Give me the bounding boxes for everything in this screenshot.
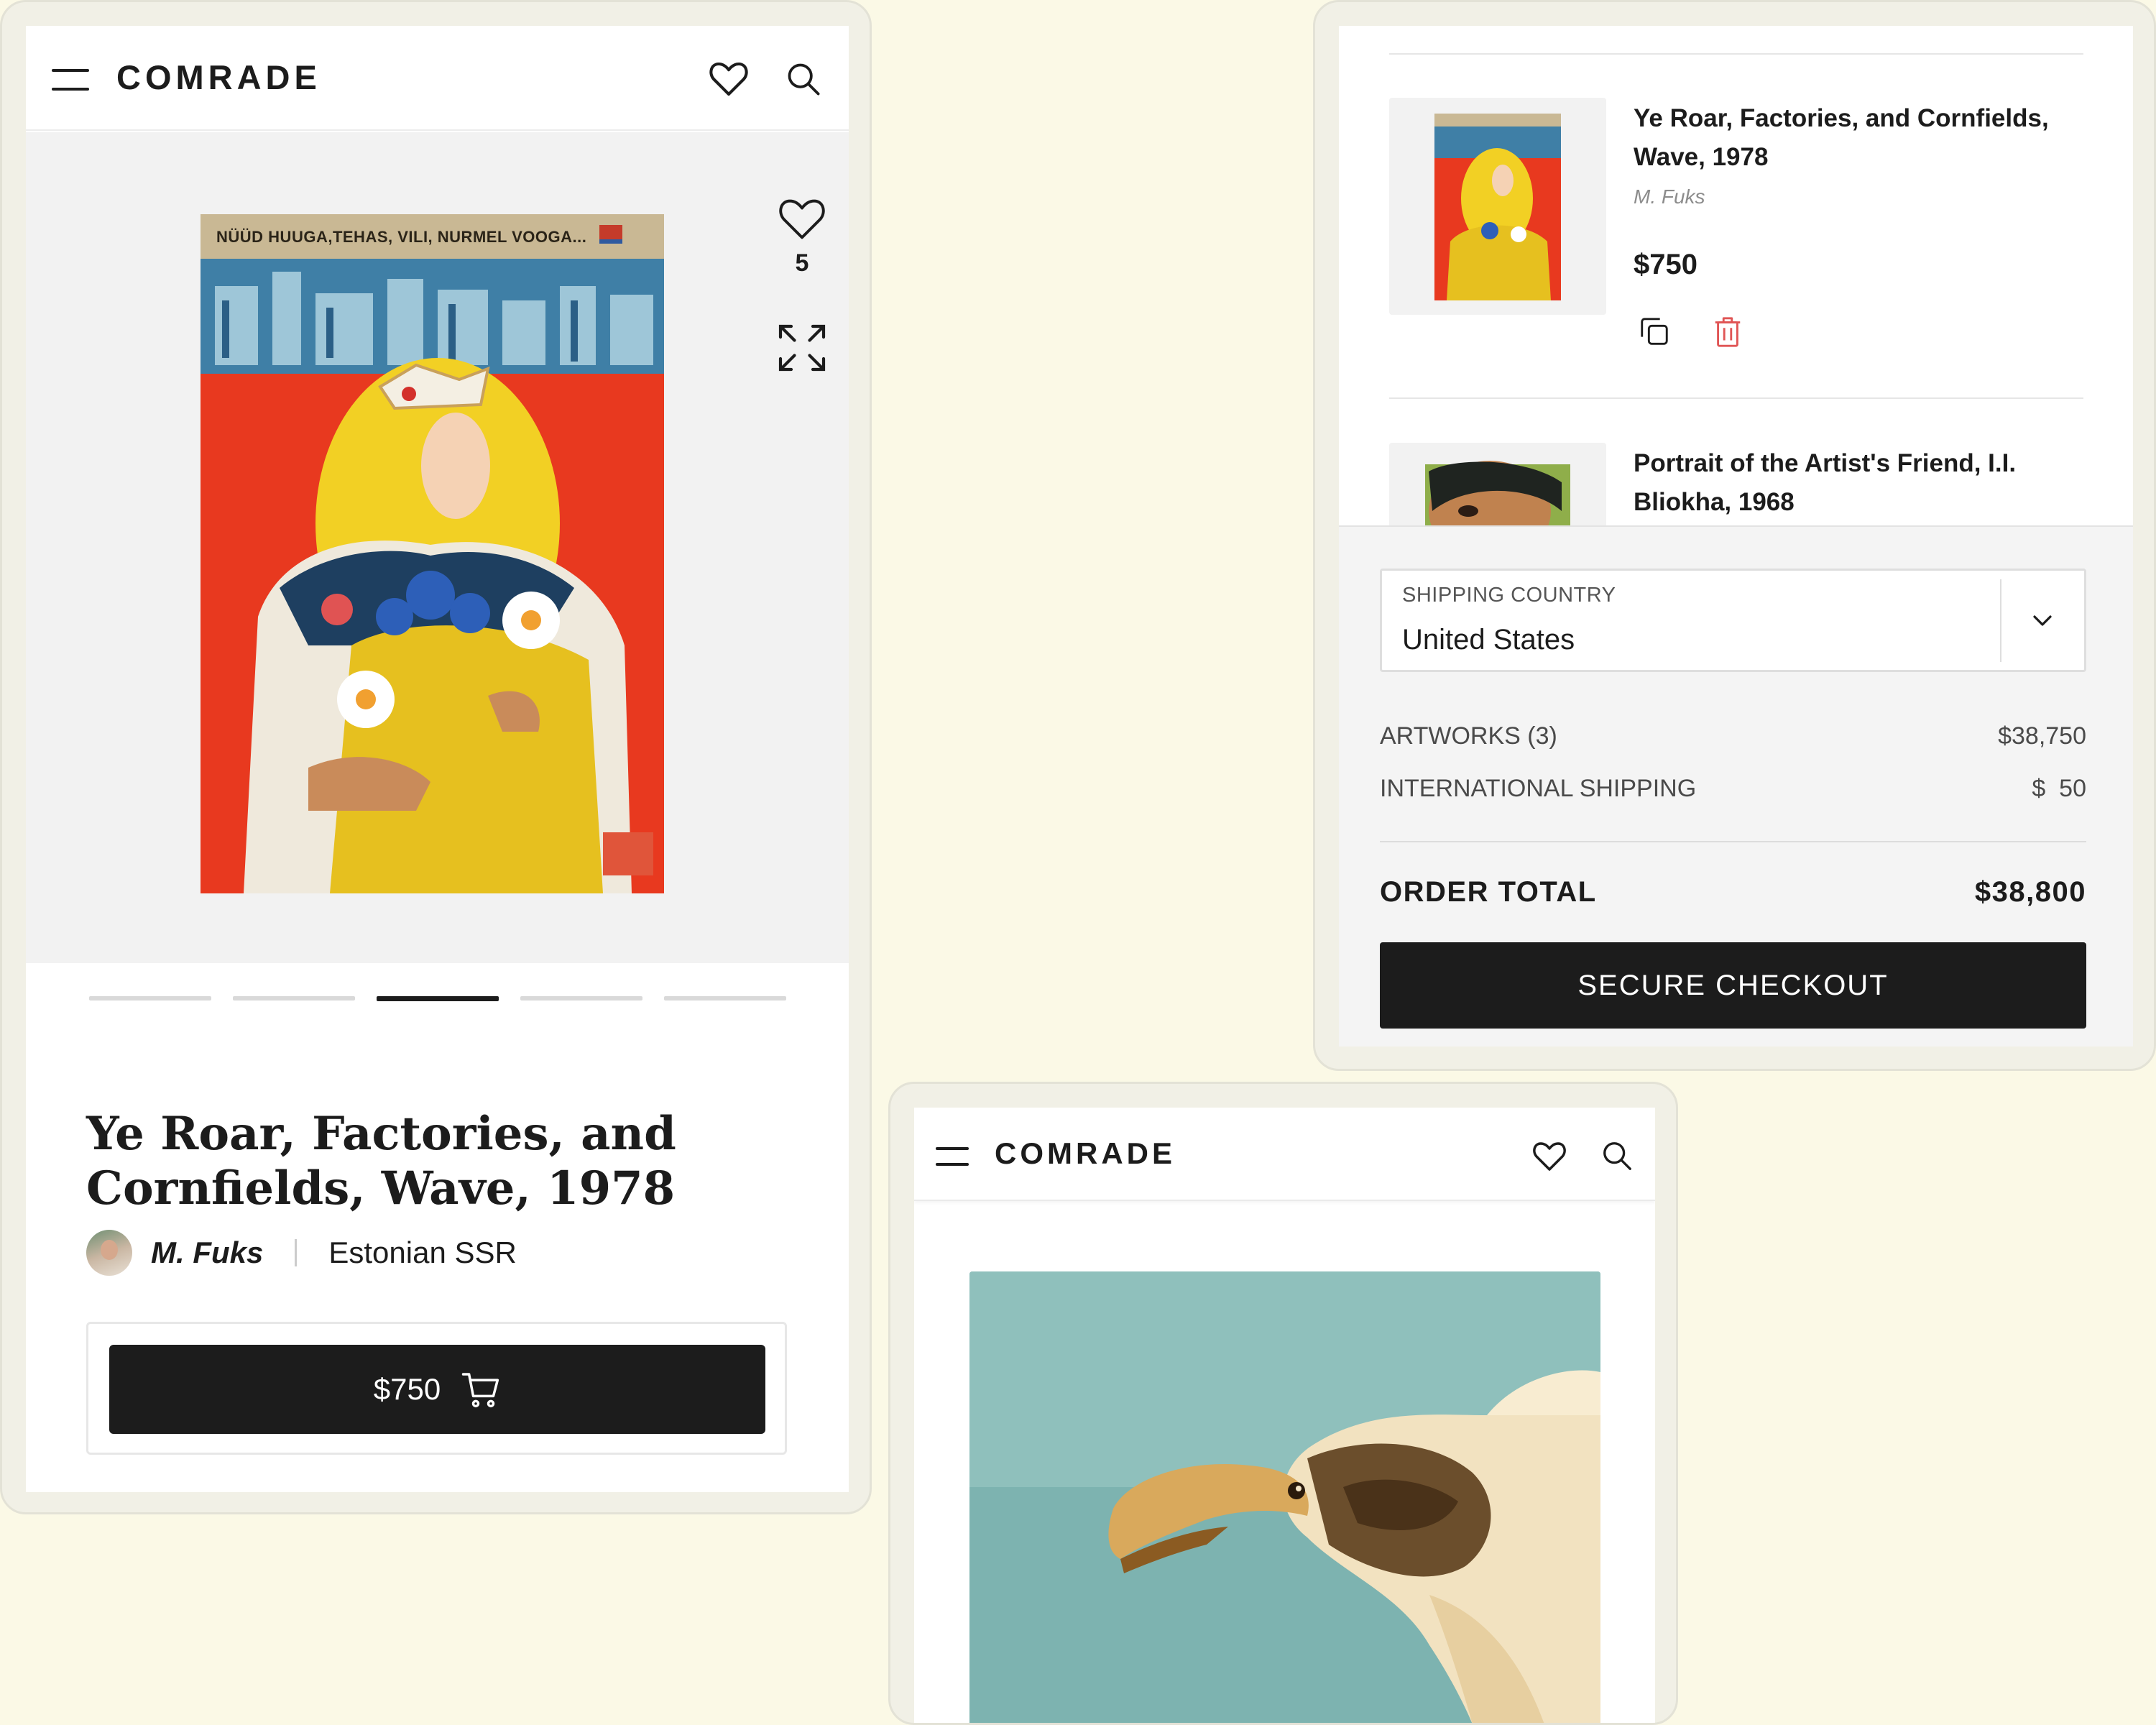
price-label: $750 bbox=[373, 1372, 441, 1406]
wishlist-icon[interactable] bbox=[1532, 1141, 1567, 1172]
artwork-screen: COMRADE bbox=[914, 1108, 1655, 1723]
brand-logo[interactable]: COMRADE bbox=[995, 1136, 1176, 1171]
carousel-dot[interactable] bbox=[520, 996, 642, 1000]
image-gallery[interactable]: NÜÜD HUUGA,TEHAS, VILI, NURMEL VOOGA... … bbox=[26, 132, 849, 963]
cart-item-artist: M. Fuks bbox=[1634, 185, 1705, 208]
purchase-box: $750 bbox=[86, 1322, 787, 1455]
artworks-subtotal-row: ARTWORKS (3) $38,750 bbox=[1380, 722, 2086, 750]
cart-icon bbox=[461, 1373, 499, 1408]
header: COMRADE bbox=[26, 26, 849, 131]
header: COMRADE bbox=[914, 1108, 1655, 1201]
artworks-value: $38,750 bbox=[1998, 722, 2086, 750]
trash-icon[interactable] bbox=[1711, 315, 1744, 349]
product-device-frame: COMRADE NÜÜD HUUGA,TEHAS, VILI, NURMEL V… bbox=[0, 0, 872, 1514]
artist-name[interactable]: M. Fuks bbox=[151, 1236, 263, 1270]
favorite-count: 5 bbox=[795, 249, 809, 277]
carousel-dot[interactable] bbox=[89, 996, 211, 1000]
expand-icon[interactable] bbox=[776, 322, 828, 374]
divider bbox=[2000, 579, 2001, 662]
heart-icon[interactable] bbox=[777, 197, 827, 242]
menu-icon[interactable] bbox=[52, 69, 89, 91]
search-icon[interactable] bbox=[1600, 1139, 1634, 1172]
order-total-row: ORDER TOTAL $38,800 bbox=[1380, 876, 2086, 908]
divider bbox=[1389, 53, 2083, 55]
artwork-origin: Estonian SSR bbox=[328, 1236, 517, 1269]
poster-caption: NÜÜD HUUGA,TEHAS, VILI, NURMEL VOOGA... bbox=[216, 228, 587, 246]
shipping-value: $ 50 bbox=[2032, 775, 2086, 802]
divider bbox=[1380, 841, 2086, 842]
duplicate-icon[interactable] bbox=[1638, 315, 1671, 348]
shipping-label: INTERNATIONAL SHIPPING bbox=[1380, 775, 1697, 802]
artwork-title: Ye Roar, Factories, and Cornfields, Wave… bbox=[86, 1107, 676, 1215]
cart-screen: Ye Roar, Factories, and Cornfields, Wave… bbox=[1339, 26, 2133, 1046]
search-icon[interactable] bbox=[785, 60, 822, 98]
add-to-cart-button[interactable]: $750 bbox=[109, 1345, 765, 1434]
carousel-dot-active[interactable] bbox=[377, 996, 499, 1001]
artwork-image[interactable]: NÜÜD HUUGA,TEHAS, VILI, NURMEL VOOGA... bbox=[201, 214, 664, 893]
artworks-label: ARTWORKS (3) bbox=[1380, 722, 1557, 750]
artwork-image[interactable] bbox=[969, 1271, 1600, 1723]
cart-item-price: $750 bbox=[1634, 249, 1697, 280]
wishlist-icon[interactable] bbox=[709, 60, 749, 98]
chevron-down-icon bbox=[2033, 615, 2052, 626]
carousel-indicator bbox=[89, 996, 786, 1002]
carousel-dot[interactable] bbox=[664, 996, 786, 1000]
cart-device-frame: Ye Roar, Factories, and Cornfields, Wave… bbox=[1313, 0, 2156, 1071]
shipping-country-label: SHIPPING COUNTRY bbox=[1402, 584, 1616, 607]
artist-avatar[interactable] bbox=[86, 1230, 132, 1276]
brand-logo[interactable]: COMRADE bbox=[116, 58, 321, 97]
product-screen: COMRADE NÜÜD HUUGA,TEHAS, VILI, NURMEL V… bbox=[26, 26, 849, 1492]
order-total-value: $38,800 bbox=[1974, 876, 2086, 908]
cart-item-title[interactable]: Ye Roar, Factories, and Cornfields, Wave… bbox=[1634, 99, 2079, 177]
carousel-dot[interactable] bbox=[233, 996, 355, 1000]
cart-items: Ye Roar, Factories, and Cornfields, Wave… bbox=[1339, 26, 2133, 660]
cart-item-title[interactable]: Portrait of the Artist's Friend, I.I. Bl… bbox=[1634, 444, 2079, 522]
shipping-cost-row: INTERNATIONAL SHIPPING $ 50 bbox=[1380, 775, 2086, 803]
order-total-label: ORDER TOTAL bbox=[1380, 876, 1597, 908]
divider bbox=[295, 1239, 298, 1266]
order-summary: SHIPPING COUNTRY United States ARTWORKS … bbox=[1339, 525, 2133, 1046]
shipping-country-value: United States bbox=[1402, 624, 1575, 656]
artwork-device-frame: COMRADE bbox=[888, 1082, 1678, 1725]
cart-item-thumbnail[interactable] bbox=[1389, 98, 1606, 315]
secure-checkout-button[interactable]: SECURE CHECKOUT bbox=[1380, 942, 2086, 1029]
favorite-control[interactable]: 5 bbox=[773, 197, 831, 277]
divider bbox=[1389, 397, 2083, 399]
menu-icon[interactable] bbox=[936, 1147, 969, 1166]
artist-row: M. Fuks Estonian SSR bbox=[86, 1230, 517, 1276]
shipping-country-select[interactable]: SHIPPING COUNTRY United States bbox=[1380, 569, 2086, 672]
